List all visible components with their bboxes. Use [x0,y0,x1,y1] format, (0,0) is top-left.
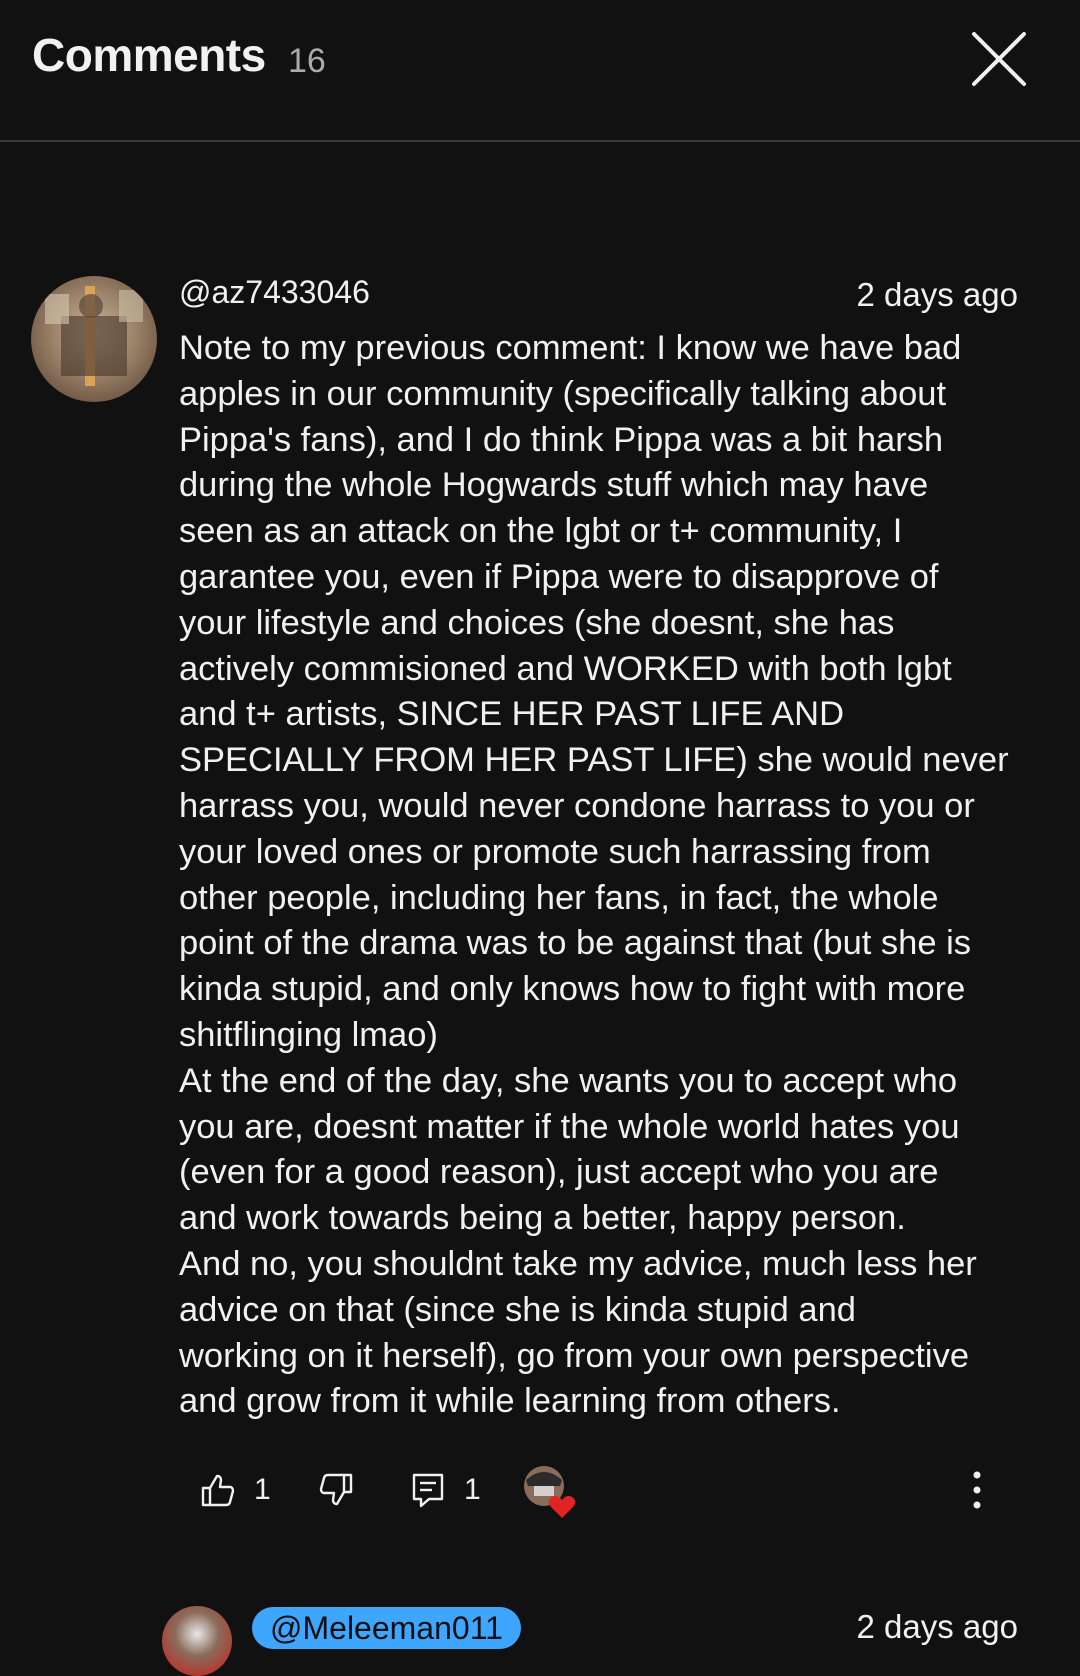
avatar-image [45,286,143,386]
comment-time: 2 days ago [856,276,1018,313]
comment-line: actively commisioned and WORKED with bot… [179,649,952,688]
comment-line: (even for a good reason), just accept wh… [179,1153,939,1192]
close-button[interactable] [968,28,1030,90]
dislike-button[interactable] [316,1460,356,1520]
thumb-down-icon [319,1473,353,1506]
comment-author[interactable]: @az7433046 [179,274,370,311]
comment-line: and grow from it while learning from oth… [179,1382,841,1421]
comment-text: Note to my previous comment: I know we h… [179,326,1059,1425]
comment-line: during the whole Hogwards stuff which ma… [179,466,929,505]
comment-line: your loved ones or promote such harrassi… [179,832,931,871]
comment-line: other people, including her fans, in fac… [179,878,939,917]
like-count: 1 [254,1473,271,1506]
creator-heart [522,1464,578,1520]
comment-line: apples in our community (specifically ta… [179,374,947,413]
more-button[interactable] [962,1460,992,1520]
comment-line: garantee you, even if Pippa were to disa… [179,557,939,596]
comment-line: harrass you, would never condone harrass… [179,786,975,825]
comment-time: 2 days ago [856,1608,1018,1645]
reply-icon [412,1473,444,1508]
close-icon [972,32,1026,86]
avatar[interactable] [31,276,157,402]
comment-line: At the end of the day, she wants you to … [179,1061,958,1100]
comments-title: Comments [32,29,266,81]
comment-line: And no, you shouldnt take my advice, muc… [179,1244,977,1283]
comment-line: seen as an attack on the lgbt or t+ comm… [179,512,903,551]
comment-actions: 1 1 [0,1460,1080,1520]
avatar[interactable] [162,1606,232,1676]
comment-line: shitflinging lmao) [179,1015,438,1054]
comment-line: kinda stupid, and only knows how to figh… [179,970,966,1009]
comment-line: Note to my previous comment: I know we h… [179,329,962,367]
comment-line: SPECIALLY FROM HER PAST LIFE) she would … [179,741,1009,780]
comment-line: Pippa's fans), and I do think Pippa was … [179,420,944,459]
creator-heart-icon [524,1466,576,1518]
reply-count: 1 [464,1473,481,1506]
comment-line: you are, doesnt matter if the whole worl… [179,1107,960,1146]
comment-line: advice on that (since she is kinda stupi… [179,1290,856,1329]
like-button[interactable]: 1 [198,1460,271,1520]
comment-line: and work towards being a better, happy p… [179,1199,906,1238]
comment-author-chip[interactable]: @Meleeman011 [252,1607,521,1649]
reply-button[interactable]: 1 [408,1460,481,1520]
comment-line: your lifestyle and choices (she doesnt, … [179,603,895,642]
comment-line: working on it herself), go from your own… [179,1336,970,1375]
thumb-up-icon [201,1474,235,1507]
comment-line: and t+ artists, SINCE HER PAST LIFE AND [179,695,844,734]
more-vertical-icon [973,1471,981,1509]
comments-header: Comments 16 [0,0,1080,142]
comments-count: 16 [288,42,326,80]
comment-line: point of the drama was to be against tha… [179,924,972,963]
